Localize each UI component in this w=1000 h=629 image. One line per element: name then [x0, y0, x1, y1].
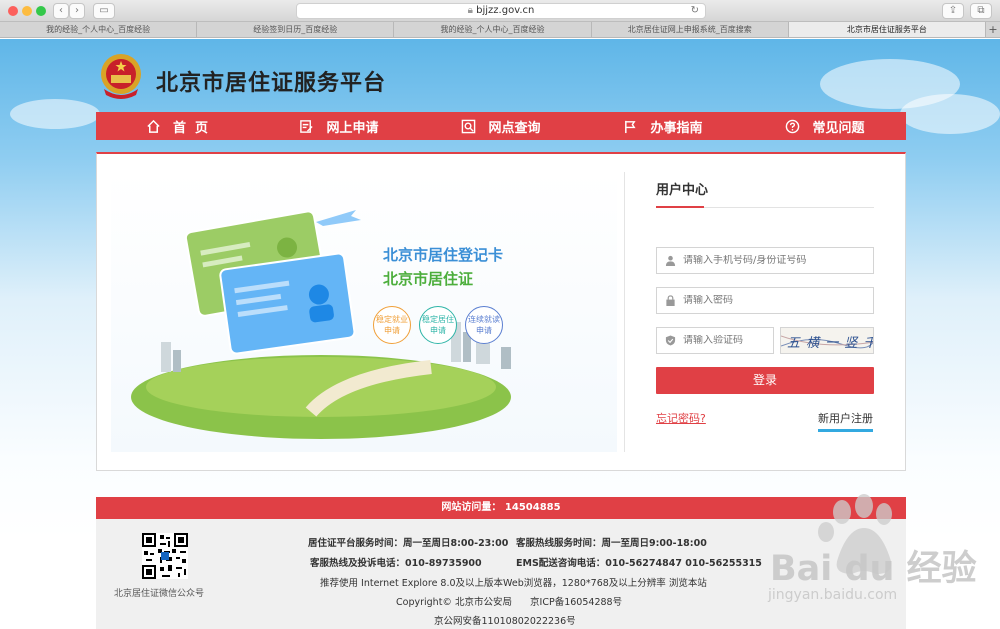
captcha-text: 五 横 一 竖 千 ? — [787, 336, 873, 351]
close-window-button[interactable] — [8, 6, 18, 16]
captcha-field[interactable] — [656, 327, 774, 354]
main-panel: 北京市居住登记卡 北京市居住证 稳定就业 申请 稳定居住 申请 连续就读 申请 … — [96, 152, 906, 471]
banner-title-residence-permit: 北京市居住证 — [383, 270, 474, 288]
captcha-input[interactable] — [683, 335, 773, 346]
home-icon — [147, 119, 160, 133]
main-nav: 首 页 网上申请 网点查询 办事指南 常见问题 — [96, 112, 906, 140]
nav-label: 办事指南 — [650, 120, 703, 136]
user-center-title: 用户中心 — [656, 174, 874, 208]
username-field[interactable] — [656, 247, 874, 274]
cloud-decoration — [10, 99, 100, 129]
nav-item-online-apply[interactable]: 网上申请 — [258, 112, 420, 140]
username-input[interactable] — [683, 255, 873, 266]
stable-employment-circle: 稳定就业 申请 — [373, 306, 411, 344]
wechat-qr-code — [142, 533, 188, 579]
browser-tab[interactable]: 北京居住证网上申报系统_百度搜索 — [592, 22, 789, 37]
forgot-password-link[interactable]: 忘记密码? — [656, 410, 706, 426]
nav-label: 网点查询 — [488, 120, 541, 136]
question-icon — [786, 119, 800, 133]
shield-icon — [665, 335, 676, 346]
residence-card-illustration — [131, 210, 511, 439]
circle-line: 稳定就业 — [376, 315, 408, 324]
national-emblem-icon — [101, 54, 141, 99]
register-link[interactable]: 新用户注册 — [818, 410, 873, 432]
browser-recommendation: 推荐使用 Internet Explore 8.0及以上版本Web浏览器，128… — [320, 578, 707, 589]
zoom-window-button[interactable] — [36, 6, 46, 16]
nav-item-home[interactable]: 首 页 — [96, 112, 258, 140]
circle-line: 稳定居住 — [422, 315, 454, 324]
lock-icon — [666, 295, 675, 306]
forward-icon[interactable]: › — [69, 3, 85, 19]
password-field[interactable] — [656, 287, 874, 314]
hotline-hours: 客服热线服务时间：周一至周日9:00-18:00 — [516, 538, 707, 549]
ems-hotline: EMS配送咨询电话：010-56274847 010-56255315 — [516, 558, 762, 569]
back-icon[interactable]: ‹ — [53, 3, 69, 19]
continuous-study-circle: 连续就读 申请 — [465, 306, 503, 344]
user-icon — [665, 255, 676, 266]
lock-icon: 🔒︎ — [467, 5, 477, 16]
service-hours: 居住证平台服务时间：周一至周日8:00-23:00 — [308, 538, 509, 549]
circle-line: 申请 — [384, 326, 400, 335]
watermark-url: jingyan.baidu.com — [768, 587, 898, 603]
nav-item-guide[interactable]: 办事指南 — [582, 112, 744, 140]
banner-illustration: 北京市居住登记卡 北京市居住证 稳定就业 申请 稳定居住 申请 连续就读 申请 — [111, 172, 617, 452]
blue-id-card — [219, 252, 356, 355]
sidebar-toggle-icon[interactable]: ▭ — [93, 3, 115, 19]
browser-tab[interactable]: 经验签到日历_百度经验 — [197, 22, 395, 37]
search-location-icon — [462, 119, 476, 133]
site-title: 北京市居住证服务平台 — [156, 71, 387, 96]
stable-residence-circle: 稳定居住 申请 — [419, 306, 457, 344]
login-button[interactable]: 登录 — [656, 367, 874, 394]
nav-label: 常见问题 — [812, 120, 865, 136]
minimize-window-button[interactable] — [22, 6, 32, 16]
watermark-text: Bai du 经验 — [770, 549, 977, 589]
edit-form-icon — [300, 119, 314, 133]
panel-divider — [624, 172, 625, 452]
share-icon[interactable]: ⇪ — [942, 3, 964, 19]
browser-tab-active[interactable]: 北京市居住证服务平台 — [788, 22, 987, 37]
tabs-overview-icon[interactable]: ⧉ — [970, 3, 992, 19]
browser-toolbar: ‹ › ▭ 🔒︎ bjjzz.gov.cn ↻ ⇪ ⧉ — [0, 0, 1000, 22]
browser-tab[interactable]: 我的经验_个人中心_百度经验 — [394, 22, 592, 37]
copyright: Copyright© 北京市公安局 京ICP备16054288号 — [396, 597, 623, 608]
browser-tab[interactable]: 我的经验_个人中心_百度经验 — [0, 22, 198, 37]
captcha-image[interactable]: 五 横 一 竖 千 ? — [780, 327, 874, 354]
nav-label: 首 页 — [172, 120, 209, 136]
circle-line: 申请 — [430, 326, 446, 335]
cloud-decoration — [900, 94, 1000, 134]
complaint-hotline: 客服热线及投诉电话：010-89735900 — [310, 558, 482, 569]
user-center: 用户中心 五 横 一 竖 千 ? 登录 忘记密码? — [656, 174, 874, 432]
new-tab-icon[interactable]: + — [986, 22, 1000, 37]
nav-label: 网上申请 — [326, 120, 379, 136]
airplane-icon — [316, 210, 361, 226]
circle-line: 申请 — [476, 326, 492, 335]
password-input[interactable] — [683, 295, 873, 306]
reload-icon[interactable]: ↻ — [691, 4, 699, 18]
nav-item-location-search[interactable]: 网点查询 — [420, 112, 582, 140]
qr-label: 北京居住证微信公众号 — [114, 589, 205, 599]
tab-bar: 我的经验_个人中心_百度经验 经验签到日历_百度经验 我的经验_个人中心_百度经… — [0, 22, 1000, 38]
banner-title-registration-card: 北京市居住登记卡 — [383, 246, 504, 264]
address-bar[interactable]: 🔒︎ bjjzz.gov.cn ↻ — [296, 3, 706, 19]
nav-item-faq[interactable]: 常见问题 — [744, 112, 906, 140]
address-url: bjjzz.gov.cn — [476, 5, 535, 16]
flag-icon — [625, 120, 637, 133]
circle-line: 连续就读 — [468, 315, 500, 324]
public-security-record: 京公网安备11010802022236号 — [434, 616, 576, 627]
